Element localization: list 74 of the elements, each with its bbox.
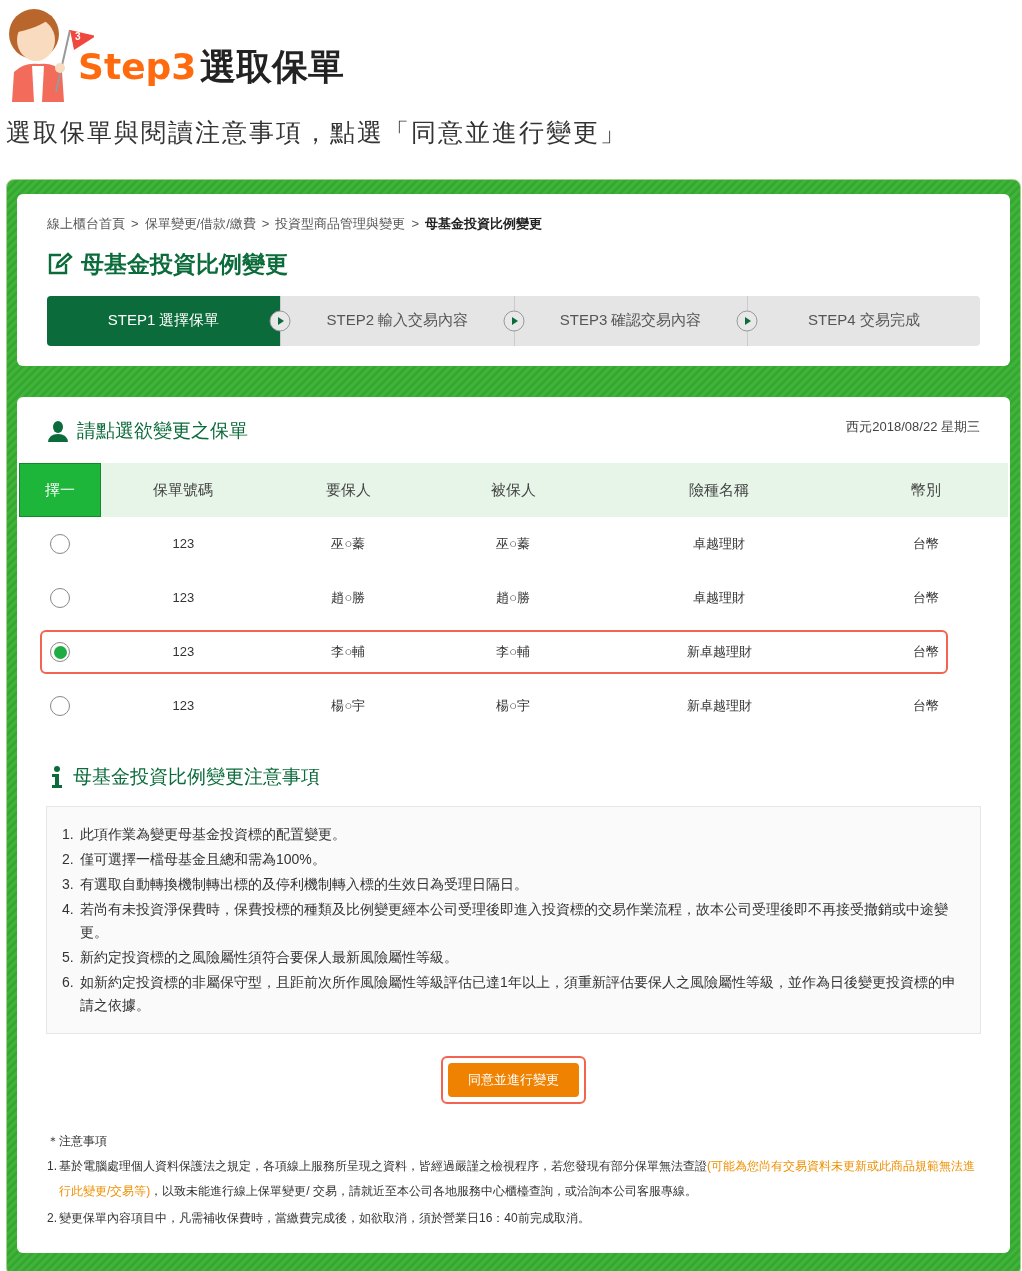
table-cell-text: 巫○蓁 (496, 535, 531, 554)
list-number: 3. (62, 874, 75, 894)
table-cell-text: 新卓越理財 (686, 697, 752, 716)
breadcrumb-link[interactable]: 線上櫃台首頁 (47, 213, 125, 233)
table-cell-text: 趙○勝 (331, 589, 366, 608)
notice-text: 僅可選擇一檔母基金且總和需為100%。 (80, 849, 326, 869)
list-number: 5. (62, 947, 75, 967)
column-header: 被保人 (490, 479, 536, 500)
list-number: 6. (62, 972, 75, 992)
notice-text: 此項作業為變更母基金投資標的配置變更。 (80, 824, 346, 844)
policy-row[interactable]: 123 李○輔 李○輔 新卓越理財 台幣 (19, 625, 1008, 679)
table-cell-text: 台幣 (912, 535, 939, 554)
notice-text: 如新約定投資標的非屬保守型，且距前次所作風險屬性等級評估已達1年以上，須重新評估要保人之風險屬性等級，並作為日後變更投資標的申請之依據。 (80, 972, 957, 1015)
breadcrumb-link[interactable]: 保單變更/借款/繳費 (144, 213, 256, 233)
header-title: 選取保單 (200, 45, 345, 89)
info-icon (51, 766, 63, 789)
table-cell-text: 123 (172, 697, 195, 716)
table-cell-text: 楊○宇 (496, 697, 531, 716)
page-title: 母基金投資比例變更 (81, 250, 288, 279)
column-header: 險種名稱 (689, 479, 750, 500)
breadcrumb-link[interactable]: 母基金投資比例變更 (425, 213, 542, 233)
notice-text: 有選取自動轉換機制轉出標的及停利機制轉入標的生效日為受理日隔日。 (80, 874, 528, 894)
radio-button[interactable] (50, 588, 70, 608)
table-cell-text: 台幣 (912, 589, 939, 608)
section-title: 母基金投資比例變更注意事項 (73, 765, 320, 789)
list-number: 4. (62, 899, 75, 919)
table-cell-text: 李○輔 (331, 643, 366, 662)
table-cell-text: 台幣 (912, 697, 939, 716)
play-icon (735, 309, 758, 332)
step-tab[interactable]: STEP1 選擇保單 (47, 295, 281, 346)
breadcrumb-separator: > (411, 214, 419, 233)
table-cell-text: 卓越理財 (693, 535, 746, 554)
edit-icon (47, 252, 73, 277)
table-cell-text: 台幣 (912, 643, 939, 662)
step-label: Step3 (78, 45, 197, 89)
table-cell-text: 趙○勝 (496, 589, 531, 608)
section-title: 請點選欲變更之保單 (77, 418, 248, 443)
column-header: 保單號碼 (153, 479, 214, 500)
footnote-text: 變更保單內容項目中，凡需補收保費時，當繳費完成後，如欲取消，須於營業日16：40前完成取消。 (59, 1209, 590, 1227)
list-number: 1. (62, 824, 75, 844)
footnote-title: ＊注意事項 (47, 1132, 108, 1150)
notice-text: 新約定投資標的之風險屬性須符合要保人最新風險屬性等級。 (80, 947, 458, 967)
footnote-text: 基於電腦處理個人資料保護法之規定，各項線上服務所呈現之資料，皆經過嚴謹之檢視程序，若您發現有部分保單無法查證(可能為您尚有交易資料未更新或此商品規範無法進行此變更/交易等)，以致未能進行線上保單變更/ 交易，請就近至本公司各地服務中心櫃檯查詢，或洽詢本公司客服專線。 (59, 1157, 976, 1200)
policy-row[interactable]: 123 趙○勝 趙○勝 卓越理財 台幣 (19, 571, 1008, 625)
table-cell-text: 李○輔 (496, 643, 531, 662)
breadcrumb-separator: > (131, 214, 139, 233)
table-cell-text: 123 (172, 643, 195, 662)
step-tab[interactable]: STEP4 交易完成 (746, 295, 980, 346)
breadcrumb-separator: > (261, 214, 270, 233)
radio-button[interactable] (50, 642, 70, 662)
person-icon (47, 419, 69, 442)
list-number: 2. (47, 1209, 58, 1227)
instruction-text: 選取保單與閱讀注意事項，點選「同意並進行變更」 (5, 117, 628, 148)
column-header: 要保人 (325, 479, 371, 500)
play-icon (502, 309, 525, 332)
column-header: 幣別 (910, 479, 941, 500)
list-number: 1. (47, 1157, 58, 1175)
breadcrumb-link[interactable]: 投資型商品管理與變更 (275, 213, 406, 233)
table-cell-text: 楊○宇 (331, 697, 366, 716)
flag-number: 3 (75, 30, 81, 44)
radio-button[interactable] (50, 696, 70, 716)
list-number: 2. (62, 849, 75, 869)
table-cell-text: 123 (172, 589, 195, 608)
policy-row[interactable]: 123 巫○蓁 巫○蓁 卓越理財 台幣 (19, 517, 1008, 571)
table-cell-text: 巫○蓁 (331, 535, 366, 554)
table-cell-text: 新卓越理財 (686, 643, 752, 662)
play-icon (269, 309, 292, 332)
notice-text: 若尚有未投資淨保費時，保費投標的種類及比例變更經本公司受理後即進入投資標的交易作業流程，故本公司受理後即不再接受撤銷或中途變更。 (80, 899, 949, 942)
policy-row[interactable]: 123 楊○宇 楊○宇 新卓越理財 台幣 (19, 679, 1008, 733)
table-cell-text: 123 (172, 535, 195, 554)
select-column-header: 擇一 (19, 463, 101, 517)
date-text: 西元2018/08/22 星期三 (846, 418, 980, 436)
table-cell-text: 卓越理財 (693, 589, 746, 608)
radio-button[interactable] (50, 534, 70, 554)
